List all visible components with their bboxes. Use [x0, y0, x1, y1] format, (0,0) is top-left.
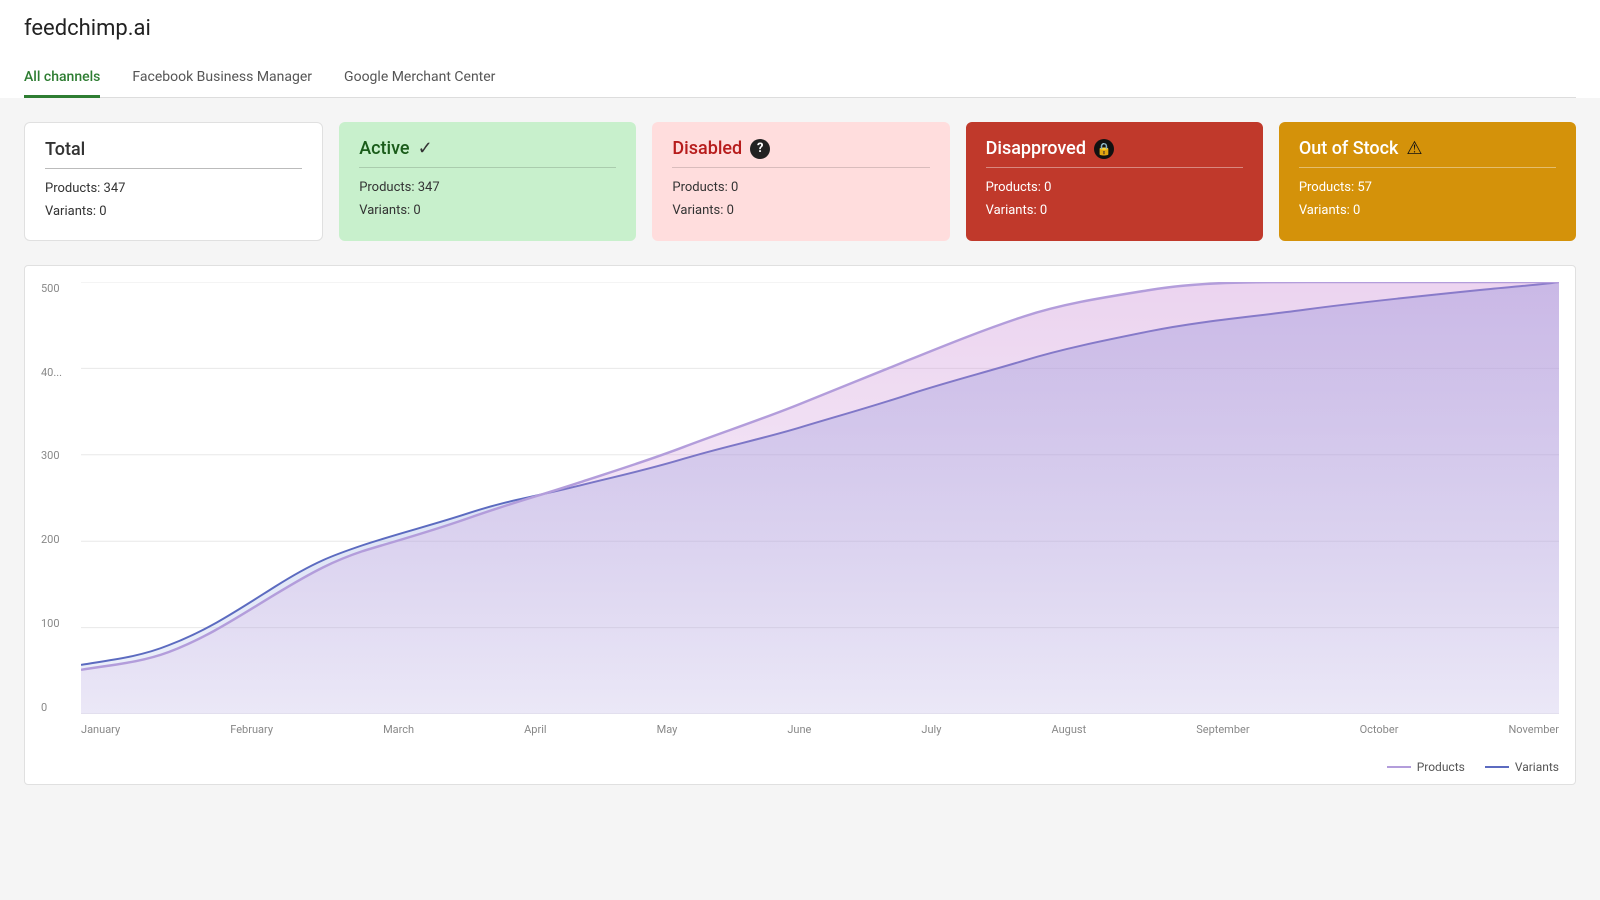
x-label-aug: August [1051, 723, 1086, 736]
x-label-jul: July [921, 723, 941, 736]
y-label-400: 40... [41, 366, 76, 379]
card-disabled-title: Disabled [672, 138, 742, 159]
chart-svg [81, 282, 1559, 714]
check-icon: ✓ [418, 138, 433, 159]
y-label-200: 200 [41, 533, 76, 546]
card-total: Total Products: 347 Variants: 0 [24, 122, 323, 241]
app-title: feedchimp.ai [24, 16, 1576, 41]
x-label-nov: November [1508, 723, 1559, 736]
x-axis: January February March April May June Ju… [81, 716, 1559, 744]
legend-products-label: Products [1417, 760, 1465, 774]
card-out-of-stock-products: Products: 57 [1299, 176, 1556, 199]
x-label-jan: January [81, 723, 120, 736]
tabs-container: All channels Facebook Business Manager G… [24, 61, 1576, 98]
card-disapproved-products: Products: 0 [986, 176, 1243, 199]
y-label-500: 500 [41, 282, 76, 295]
legend-variants-label: Variants [1515, 760, 1559, 774]
x-label-apr: April [524, 723, 546, 736]
card-active-products: Products: 347 [359, 176, 616, 199]
card-disabled-header: Disabled ? [672, 138, 929, 168]
warning-icon: ⚠ [1406, 138, 1422, 159]
card-disabled: Disabled ? Products: 0 Variants: 0 [652, 122, 949, 241]
card-disabled-variants: Variants: 0 [672, 199, 929, 222]
x-label-mar: March [383, 723, 414, 736]
y-label-0: 0 [41, 701, 76, 714]
card-disapproved-title: Disapproved [986, 138, 1086, 159]
card-disapproved: Disapproved 🔒 Products: 0 Variants: 0 [966, 122, 1263, 241]
y-label-300: 300 [41, 449, 76, 462]
main-content: Total Products: 347 Variants: 0 Active ✓… [0, 98, 1600, 785]
x-label-jun: June [787, 723, 811, 736]
card-out-of-stock: Out of Stock ⚠ Products: 57 Variants: 0 [1279, 122, 1576, 241]
chart-container: 0 100 200 300 40... 500 [24, 265, 1576, 785]
chart-legend: Products Variants [1387, 760, 1559, 774]
card-disapproved-variants: Variants: 0 [986, 199, 1243, 222]
card-out-of-stock-variants: Variants: 0 [1299, 199, 1556, 222]
card-disabled-products: Products: 0 [672, 176, 929, 199]
card-disapproved-header: Disapproved 🔒 [986, 138, 1243, 168]
legend-variants-line [1485, 766, 1509, 768]
x-label-may: May [657, 723, 678, 736]
card-active: Active ✓ Products: 347 Variants: 0 [339, 122, 636, 241]
chart-svg-wrapper [81, 282, 1559, 714]
card-total-products: Products: 347 [45, 177, 302, 200]
lock-icon: 🔒 [1094, 139, 1114, 159]
card-active-variants: Variants: 0 [359, 199, 616, 222]
x-label-oct: October [1360, 723, 1399, 736]
y-label-100: 100 [41, 617, 76, 630]
x-label-feb: February [230, 723, 273, 736]
card-out-of-stock-title: Out of Stock [1299, 138, 1399, 159]
stats-cards: Total Products: 347 Variants: 0 Active ✓… [24, 122, 1576, 241]
legend-products: Products [1387, 760, 1465, 774]
tab-all-channels[interactable]: All channels [24, 61, 100, 98]
x-label-sep: September [1196, 723, 1249, 736]
card-active-header: Active ✓ [359, 138, 616, 168]
card-active-title: Active [359, 138, 409, 159]
card-total-variants: Variants: 0 [45, 200, 302, 223]
card-total-header: Total [45, 139, 302, 169]
legend-products-line [1387, 766, 1411, 768]
y-axis: 0 100 200 300 40... 500 [41, 282, 76, 714]
products-area [81, 282, 1559, 714]
header: feedchimp.ai All channels Facebook Busin… [0, 0, 1600, 98]
tab-facebook[interactable]: Facebook Business Manager [132, 61, 312, 98]
question-icon: ? [750, 139, 770, 159]
chart-area: 0 100 200 300 40... 500 [41, 282, 1559, 744]
card-total-title: Total [45, 139, 85, 160]
legend-variants: Variants [1485, 760, 1559, 774]
card-out-of-stock-header: Out of Stock ⚠ [1299, 138, 1556, 168]
tab-google[interactable]: Google Merchant Center [344, 61, 495, 98]
